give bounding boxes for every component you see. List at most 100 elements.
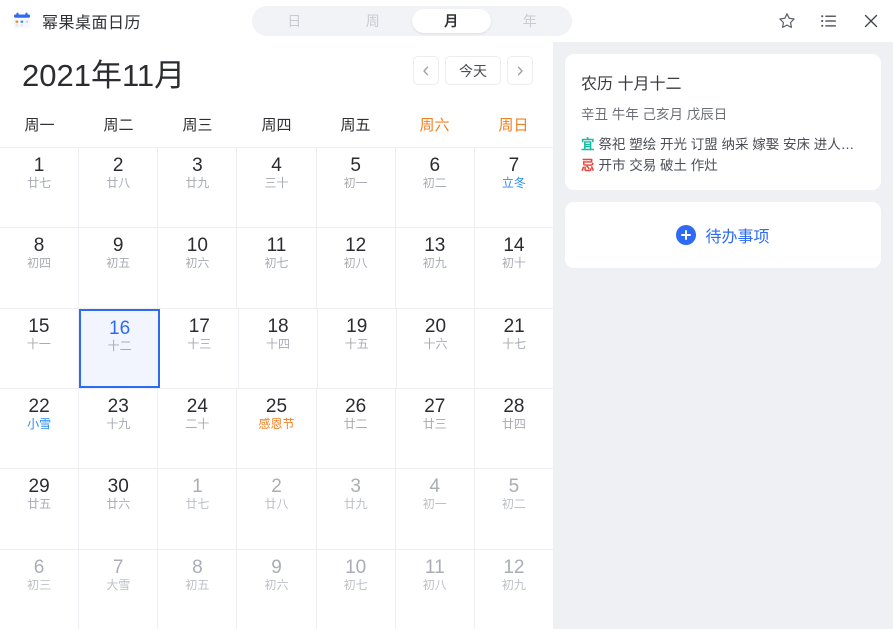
day-cell[interactable]: 9 初五 <box>79 228 159 308</box>
view-tab-week[interactable]: 周 <box>334 9 413 33</box>
add-todo-label: 待办事项 <box>705 229 770 246</box>
day-lunar-label: 初五 <box>185 577 210 592</box>
day-cell[interactable]: 1 廿七 <box>0 148 80 228</box>
day-cell[interactable]: 13 初九 <box>396 228 475 308</box>
day-cell[interactable]: 2 廿八 <box>237 469 317 549</box>
weekday-thu: 周四 <box>261 117 292 134</box>
day-number: 4 <box>271 155 282 176</box>
inauspicious-line: 忌开市 交易 破土 作灶 <box>581 155 865 176</box>
day-cell[interactable]: 25 感恩节 <box>237 388 317 469</box>
chevron-right-icon <box>514 65 526 77</box>
day-cell[interactable]: 21 十七 <box>475 309 553 388</box>
day-cell[interactable]: 30 廿六 <box>79 469 159 549</box>
day-number: 14 <box>503 235 525 257</box>
day-number: 9 <box>271 556 282 578</box>
calendar-day-grid: 1 廿七 2 廿八 3 廿九 4 三十 5 初一 6 初二 7 立冬 8 初四 9 初五 10 初六 11 初七 12 初八 1… <box>0 147 553 629</box>
day-cell[interactable]: 9 初六 <box>237 549 317 629</box>
view-tab-day[interactable]: 日 <box>255 9 334 33</box>
close-button[interactable] <box>859 9 883 33</box>
day-lunar-label: 廿三 <box>422 416 447 431</box>
auspicious-line: 宜祭祀 塑绘 开光 订盟 纳采 嫁娶 安床 进人口... <box>581 134 865 155</box>
day-cell[interactable]: 8 初五 <box>158 549 238 629</box>
day-cell[interactable]: 4 初一 <box>396 469 475 549</box>
prev-month-button[interactable] <box>413 56 439 85</box>
chevron-left-icon <box>420 65 432 77</box>
day-lunar-label: 廿八 <box>264 497 289 512</box>
day-cell[interactable]: 10 初六 <box>158 228 238 308</box>
day-lunar-label: 初六 <box>185 256 210 271</box>
day-cell[interactable]: 29 廿五 <box>0 469 80 549</box>
day-cell[interactable]: 28 廿四 <box>475 389 553 468</box>
calendar-week-row: 15 十一 16 十二 17 十三 18 十四 19 十五 20 十六 21 十七 <box>0 308 553 389</box>
view-tab-year[interactable]: 年 <box>491 9 570 33</box>
day-cell[interactable]: 2 廿八 <box>79 148 159 228</box>
day-cell[interactable]: 7 大雪 <box>79 549 159 629</box>
day-lunar-label: 初九 <box>501 577 526 592</box>
day-number: 5 <box>508 476 520 498</box>
day-number: 27 <box>424 395 446 417</box>
day-cell[interactable]: 6 初三 <box>0 549 80 629</box>
day-cell[interactable]: 23 十九 <box>79 388 159 469</box>
add-todo-card[interactable]: 待办事项 <box>565 202 881 268</box>
day-cell[interactable]: 27 廿三 <box>396 388 475 469</box>
day-number: 8 <box>192 556 203 578</box>
day-cell[interactable]: 26 廿二 <box>317 388 396 469</box>
day-number: 17 <box>188 315 210 337</box>
day-cell[interactable]: 15 十一 <box>0 308 79 388</box>
day-number: 7 <box>112 556 124 578</box>
day-number: 10 <box>345 556 367 578</box>
day-cell[interactable]: 17 十三 <box>160 308 240 388</box>
day-number: 11 <box>424 556 445 578</box>
day-lunar-label: 十九 <box>106 416 131 431</box>
day-cell[interactable]: 12 初九 <box>475 550 553 629</box>
list-view-button[interactable] <box>817 9 841 33</box>
day-cell[interactable]: 5 初二 <box>475 469 553 548</box>
day-number: 11 <box>266 235 287 257</box>
day-number: 1 <box>33 155 45 176</box>
detail-sidebar: 农历 十月十二 辛丑 牛年 己亥月 戊辰日 宜祭祀 塑绘 开光 订盟 纳采 嫁娶… <box>553 42 893 629</box>
day-cell[interactable]: 14 初十 <box>475 228 553 307</box>
day-number: 4 <box>429 476 441 498</box>
day-cell[interactable]: 12 初八 <box>317 228 396 308</box>
ji-tag: 忌 <box>581 158 595 173</box>
day-cell[interactable]: 3 廿九 <box>317 469 396 549</box>
day-lunar-label: 廿五 <box>27 497 52 512</box>
day-lunar-label: 初八 <box>343 256 368 271</box>
day-cell[interactable]: 5 初一 <box>317 148 396 228</box>
day-lunar-label: 初八 <box>422 577 447 592</box>
today-button[interactable]: 今天 <box>445 56 501 85</box>
title-bar-left: 幂果桌面日历 <box>0 9 141 33</box>
day-cell[interactable]: 24 二十 <box>158 388 238 469</box>
day-lunar-label: 初二 <box>501 497 526 512</box>
day-lunar-label: 大雪 <box>106 577 131 592</box>
day-cell[interactable]: 7 立冬 <box>475 148 553 227</box>
day-cell[interactable]: 1 廿七 <box>158 469 238 549</box>
day-cell[interactable]: 22 小雪 <box>0 388 80 469</box>
next-month-button[interactable] <box>507 56 533 85</box>
page-title: 2021年11月 <box>22 57 186 93</box>
calendar-header: 2021年11月 今天 <box>0 42 553 102</box>
calendar-week-row: 6 初三 7 大雪 8 初五 9 初六 10 初七 11 初八 12 初九 <box>0 549 553 629</box>
day-cell[interactable]: 11 初七 <box>237 228 317 308</box>
view-tab-month[interactable]: 月 <box>412 9 491 33</box>
day-cell[interactable]: 16 十二 <box>78 308 161 388</box>
day-cell[interactable]: 8 初四 <box>0 228 80 308</box>
day-cell[interactable]: 11 初八 <box>396 549 475 629</box>
day-cell[interactable]: 20 十六 <box>397 308 476 388</box>
day-number: 9 <box>112 235 124 257</box>
day-cell[interactable]: 18 十四 <box>239 308 318 388</box>
day-lunar-label: 十七 <box>502 336 527 351</box>
day-cell[interactable]: 6 初二 <box>396 148 475 228</box>
day-number: 24 <box>186 395 208 417</box>
favorite-button[interactable] <box>775 9 799 33</box>
day-lunar-label: 廿四 <box>501 416 526 431</box>
day-cell[interactable]: 3 廿九 <box>158 148 238 228</box>
day-number: 29 <box>28 476 50 498</box>
day-number: 6 <box>33 556 45 578</box>
day-cell[interactable]: 4 三十 <box>237 148 317 228</box>
day-cell[interactable]: 10 初七 <box>317 549 396 629</box>
lunar-date-title: 农历 十月十二 <box>581 76 682 93</box>
day-cell[interactable]: 19 十五 <box>318 308 397 388</box>
day-lunar-label: 三十 <box>264 176 289 190</box>
view-mode-segmented-control[interactable]: 日 周 月 年 <box>252 6 572 36</box>
